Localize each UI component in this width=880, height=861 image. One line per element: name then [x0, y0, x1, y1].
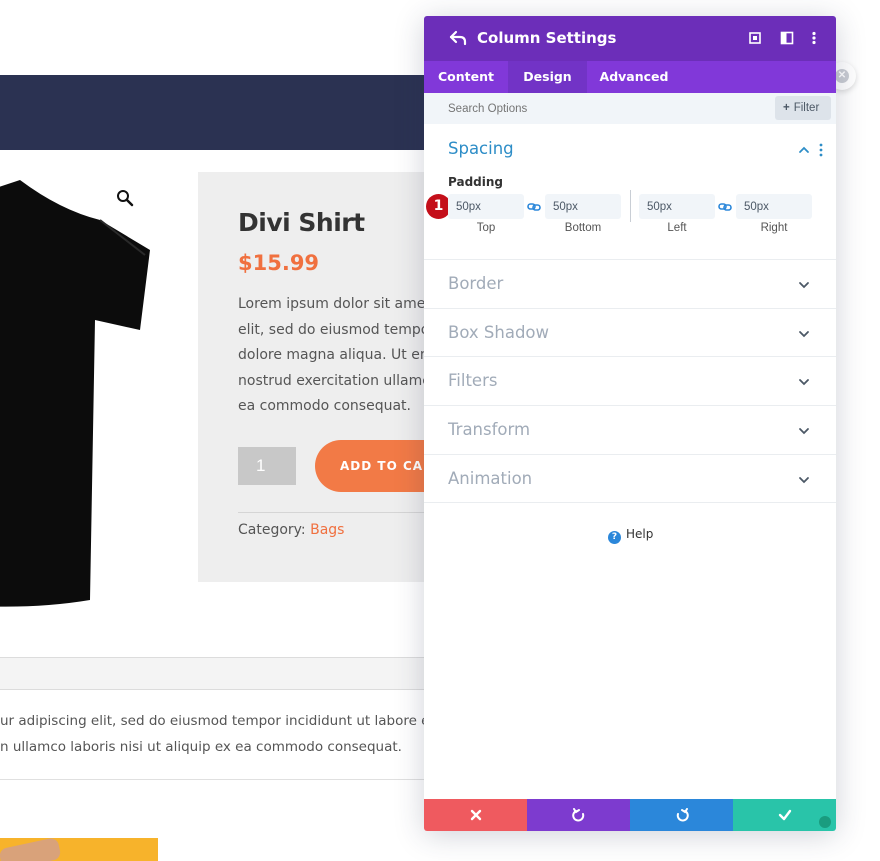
help-icon: ?: [608, 531, 621, 544]
quantity-input[interactable]: 1: [238, 447, 296, 485]
help-link[interactable]: ? Help: [608, 527, 653, 544]
check-icon: [778, 809, 792, 821]
undo-icon: [572, 808, 585, 822]
padding-top-label: Top: [476, 222, 496, 234]
group-title: Box Shadow: [448, 323, 550, 342]
settings-tabs: Content Design Advanced: [424, 61, 836, 93]
modal-footer: [424, 799, 836, 831]
padding-bottom-label: Bottom: [564, 222, 602, 234]
padding-left-input[interactable]: [639, 194, 715, 219]
padding-top-input[interactable]: [448, 194, 524, 219]
more-options-icon[interactable]: [806, 30, 822, 46]
product-image-shirt: [0, 180, 150, 607]
resize-handle[interactable]: [819, 816, 831, 828]
help-label: Help: [626, 527, 654, 541]
transform-group[interactable]: Transform: [424, 405, 836, 454]
plus-icon: +: [783, 102, 790, 114]
link-icon[interactable]: [718, 200, 732, 214]
group-title: Animation: [448, 469, 533, 488]
text-line: ur adipiscing elit, sed do eiusmod tempo…: [0, 713, 430, 729]
filters-group[interactable]: Filters: [424, 356, 836, 405]
layout-split-icon[interactable]: [779, 30, 795, 46]
description-line: dolore magna aliqua. Ut enim a: [238, 347, 428, 363]
undo-button[interactable]: [527, 799, 630, 831]
hero-banner: [0, 75, 440, 150]
product-price: $15.99: [238, 251, 320, 275]
spacing-group-title[interactable]: Spacing: [448, 139, 514, 158]
cancel-button[interactable]: [424, 799, 527, 831]
product-category: Category: Bags: [238, 522, 344, 538]
column-settings-modal: Column Settings Content Design Advanced …: [424, 16, 836, 831]
description-line: elit, sed do eiusmod tempor inc: [238, 321, 428, 338]
chevron-down-icon: [799, 331, 809, 338]
spacing-menu-icon[interactable]: [819, 143, 823, 157]
back-arrow-icon[interactable]: [449, 29, 467, 47]
divider: [630, 190, 631, 222]
tab-content[interactable]: Content: [424, 61, 508, 93]
chevron-down-icon: [799, 477, 809, 484]
group-title: Filters: [448, 371, 498, 390]
padding-right-label: Right: [760, 222, 788, 234]
tab-advanced[interactable]: Advanced: [587, 61, 681, 93]
redo-icon: [676, 808, 689, 822]
text-line: n ullamco laboris nisi ut aliquip ex ea …: [0, 738, 402, 755]
product-tabs-bar: [0, 657, 440, 690]
category-link[interactable]: Bags: [310, 522, 344, 538]
related-product-image: [0, 838, 158, 861]
page-stage: Divi Shirt $15.99 Lorem ipsum dolor sit …: [0, 0, 880, 861]
filter-label: Filter: [793, 102, 820, 114]
description-line: ea commodo consequat.: [238, 398, 411, 414]
divider: [0, 779, 440, 780]
divider: [238, 512, 438, 513]
chevron-down-icon: [799, 379, 809, 386]
close-icon: [470, 809, 482, 821]
search-row: +Filter: [424, 93, 836, 124]
tab-design[interactable]: Design: [508, 61, 587, 93]
search-options-input[interactable]: [438, 93, 768, 124]
chevron-down-icon: [799, 282, 809, 289]
filter-button[interactable]: + Filter: [775, 96, 831, 120]
description-line: nostrud exercitation ullamco lal: [238, 372, 428, 389]
product-description: Lorem ipsum dolor sit amet, co elit, sed…: [238, 292, 428, 422]
redo-button[interactable]: [630, 799, 733, 831]
padding-label: Padding: [448, 175, 503, 189]
link-icon[interactable]: [527, 200, 541, 214]
chevron-down-icon: [799, 428, 809, 435]
expand-icon[interactable]: [747, 30, 763, 46]
padding-bottom-input[interactable]: [545, 194, 621, 219]
animation-group[interactable]: Animation: [424, 454, 836, 503]
border-group[interactable]: Border: [424, 259, 836, 308]
padding-left-label: Left: [667, 222, 687, 234]
zoom-icon[interactable]: [116, 189, 134, 207]
modal-header: Column Settings: [424, 16, 836, 61]
description-line: Lorem ipsum dolor sit amet, co: [238, 296, 428, 312]
group-title: Border: [448, 274, 504, 293]
padding-right-input[interactable]: [736, 194, 812, 219]
close-icon: ✕: [835, 69, 849, 83]
group-title: Transform: [448, 420, 531, 439]
chevron-up-icon[interactable]: [798, 144, 810, 156]
modal-title: Column Settings: [477, 29, 617, 47]
box-shadow-group[interactable]: Box Shadow: [424, 308, 836, 357]
category-label: Category:: [238, 522, 306, 538]
tab-content-text: ur adipiscing elit, sed do eiusmod tempo…: [0, 709, 430, 760]
product-title: Divi Shirt: [238, 208, 365, 237]
